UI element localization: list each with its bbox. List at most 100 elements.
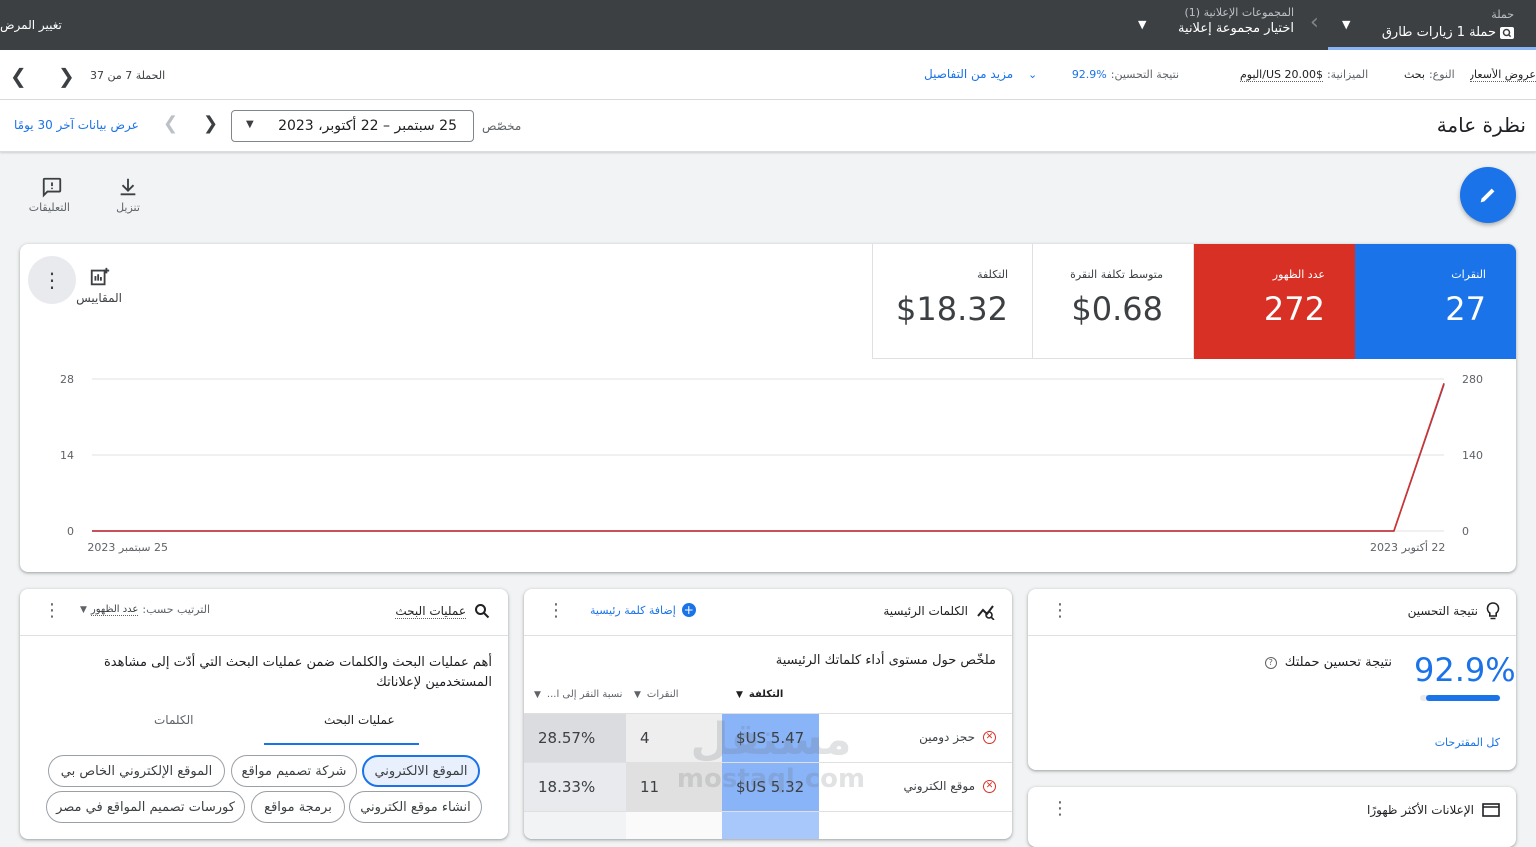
performance-chart-card: ⋮ المقاييس النقرات 27 عدد الظهور 272 متو… — [20, 244, 1516, 572]
column-header-clicks[interactable]: النقرات ▼ — [634, 689, 679, 700]
search-campaign-icon — [1500, 26, 1514, 39]
card-summary: ملخّص حول مستوى أداء كلماتك الرئيسية — [775, 653, 996, 668]
card-title: عمليات البحث — [395, 603, 466, 619]
cost-cell: $US 5.47 — [722, 714, 819, 762]
optimization-score-bar-fill — [1425, 695, 1500, 701]
campaign-info-bar: ❮ ❯ الحملة 7 من 37 ⌄ مزيد من التفاصيل نت… — [0, 50, 1536, 100]
adgroups-value: اختيار مجموعة إعلانية — [1178, 21, 1294, 36]
campaign-pager: الحملة 7 من 37 — [90, 69, 166, 82]
optimization-score-value: 92.9% — [1414, 651, 1516, 689]
add-chart-icon — [90, 267, 110, 286]
sort-selector[interactable]: الترتيب حسب: عدد الظهور ▼ — [80, 603, 210, 616]
metric-tiles: النقرات 27 عدد الظهور 272 متوسط تكلفة ال… — [872, 244, 1516, 359]
divider — [524, 635, 1012, 636]
campaign-value: حملة 1 زيارات طارق — [1381, 25, 1496, 40]
more-vert-icon[interactable]: ⋮ — [42, 601, 62, 621]
change-scope-link[interactable]: تغيير المرض — [0, 18, 62, 32]
adgroups-dropdown-icon[interactable]: ▼ — [1138, 18, 1146, 31]
series-line — [92, 384, 1445, 532]
campaign-label: حملة — [1491, 8, 1514, 21]
metric-tile-impressions[interactable]: عدد الظهور 272 — [1194, 244, 1355, 359]
disapproved-icon: ✕ — [983, 779, 996, 793]
search-term-chip[interactable]: كورسات تصميم المواقع في مصر — [46, 791, 245, 823]
left-axis-tick-label: 0 — [67, 525, 74, 538]
add-keyword-button[interactable]: + إضافة كلمة رئيسية — [590, 603, 696, 617]
clicks-cell: 11 — [626, 763, 722, 811]
next-campaign-icon[interactable]: ❯ — [58, 64, 75, 88]
search-term-chip[interactable]: الموقع الالكتروني — [362, 755, 480, 787]
pencil-icon — [1480, 188, 1495, 203]
search-term-chip[interactable]: الموقع الإلكتروني الخاص بي — [48, 755, 225, 787]
disapproved-icon: ✕ — [983, 730, 996, 744]
card-title: الكلمات الرئيسية — [883, 604, 968, 618]
ad-window-icon — [1482, 803, 1500, 817]
optimization-label: نتيجة تحسين حملتك — [1284, 655, 1392, 670]
date-range-picker[interactable]: 25 سبتمبر – 22 أكتوبر، 2023 ▼ — [231, 110, 474, 142]
metrics-button[interactable]: المقاييس — [76, 266, 122, 305]
search-term-chip[interactable]: برمجة مواقع — [251, 791, 345, 823]
partial-cell — [524, 812, 626, 839]
more-details-link[interactable]: مزيد من التفاصيل — [924, 67, 1013, 81]
edit-fab-button[interactable] — [1460, 167, 1516, 223]
more-vert-icon[interactable]: ⋮ — [1050, 601, 1070, 621]
column-header-cost[interactable]: التكلفة ▼ — [736, 689, 783, 700]
x-axis-start-label: 25 سبتمبر 2023 — [87, 541, 168, 554]
table-row[interactable]: 28.57% 4 $US 5.47 ✕ حجز دومين — [524, 714, 1012, 762]
column-label: نسبة النقر إلى ا... — [546, 689, 623, 700]
sort-arrow-icon: ▼ — [634, 689, 641, 700]
optimization-score-value[interactable]: 92.9% — [1072, 68, 1107, 81]
optimization-score-label: نتيجة التحسين: — [1110, 68, 1179, 81]
tab-words[interactable]: الكلمات — [154, 713, 193, 727]
card-title: نتيجة التحسين — [1407, 604, 1478, 618]
previous-campaign-icon[interactable]: ❮ — [10, 64, 27, 88]
search-term-chip[interactable]: شركة تصميم مواقع — [231, 755, 357, 787]
optimization-score-card: ⋮ نتيجة التحسين 92.9% نتيجة تحسين حملتك … — [1028, 589, 1516, 770]
ctr-cell: 28.57% — [524, 714, 626, 762]
performance-line-chart: 28 280 14 140 0 0 25 سبتمبر 2023 22 أكتوبر 2023 — [60, 373, 1483, 554]
all-recommendations-link[interactable]: كل المقترحات — [1435, 736, 1500, 749]
metric-tile-clicks[interactable]: النقرات 27 — [1355, 244, 1516, 359]
search-terms-card: ⋮ الترتيب حسب: عدد الظهور ▼ عمليات البحث… — [20, 589, 508, 839]
next-period-icon[interactable]: ❯ — [203, 113, 218, 134]
feedback-button[interactable]: التعليقات — [28, 176, 70, 214]
tab-search-terms[interactable]: عمليات البحث — [324, 713, 395, 727]
search-term-chip[interactable]: انشاء موقع الكتروني — [349, 791, 482, 823]
card-description: أهم عمليات البحث والكلمات ضمن عمليات الب… — [103, 655, 492, 690]
chart-options-button[interactable]: ⋮ — [28, 256, 76, 304]
chevron-down-icon[interactable]: ⌄ — [1028, 68, 1037, 81]
metric-label: متوسط تكلفة النقرة — [1070, 268, 1163, 281]
download-button[interactable]: تنزيل — [110, 176, 146, 214]
feedback-icon — [42, 177, 62, 198]
more-vert-icon[interactable]: ⋮ — [546, 601, 566, 621]
add-circle-icon: + — [681, 603, 696, 617]
sort-arrow-icon: ▼ — [736, 689, 743, 700]
bid-strategy-value[interactable]: عروض الأسعار — [1470, 68, 1536, 82]
download-label: تنزيل — [116, 201, 140, 214]
more-vert-icon[interactable]: ⋮ — [1050, 799, 1070, 819]
budget-value[interactable]: $US 20.00/اليوم — [1240, 68, 1323, 82]
breadcrumb-separator-icon: ‹ — [1310, 10, 1319, 35]
metric-tile-avg-cpc[interactable]: متوسط تكلفة النقرة $0.68 — [1033, 244, 1194, 359]
left-axis-tick-label: 28 — [60, 373, 74, 386]
metric-label: التكلفة — [977, 268, 1008, 281]
divider — [1028, 635, 1516, 636]
optimization-score-bar — [1420, 695, 1500, 701]
download-icon — [120, 178, 136, 196]
metric-value: 27 — [1445, 290, 1486, 328]
keywords-card: ⋮ + إضافة كلمة رئيسية الكلمات الرئيسية م… — [524, 589, 1012, 839]
metric-value: 272 — [1263, 290, 1325, 328]
metric-value: $18.32 — [896, 290, 1008, 328]
dropdown-arrow-icon: ▼ — [246, 119, 254, 130]
adgroups-label: المجموعات الإعلانية (1) — [1184, 6, 1295, 19]
help-icon[interactable]: ? — [1264, 656, 1277, 669]
adgroups-selector[interactable]: المجموعات الإعلانية (1) اختيار مجموعة إع… — [1158, 6, 1294, 36]
campaign-selector[interactable]: حملة حملة 1 زيارات طارق — [1328, 0, 1536, 50]
feedback-label: التعليقات — [28, 201, 70, 214]
column-header-ctr[interactable]: نسبة النقر إلى ا... ▼ — [534, 689, 622, 700]
table-row[interactable]: 18.33% 11 $US 5.32 ✕ موقع الكتروني — [524, 763, 1012, 811]
last-30-days-link[interactable]: عرض بيانات آخر 30 يومًا — [14, 118, 139, 132]
budget-label: الميزانية: — [1326, 68, 1369, 81]
metrics-label: المقاييس — [76, 291, 122, 305]
metric-tile-cost[interactable]: التكلفة $18.32 — [872, 244, 1033, 359]
active-tab-indicator — [264, 743, 419, 745]
